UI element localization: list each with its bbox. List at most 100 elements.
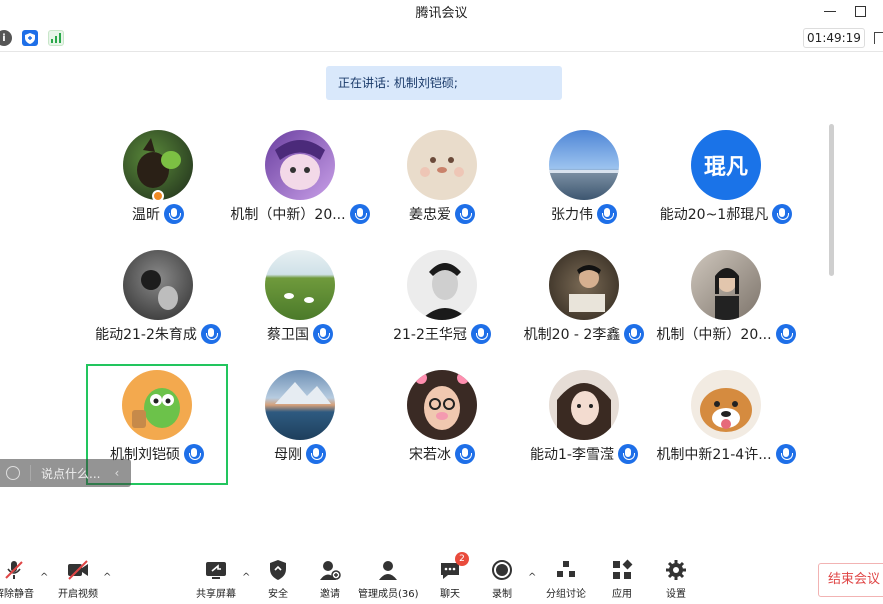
- participant-tile[interactable]: 宋若冰: [372, 360, 512, 476]
- invite-button[interactable]: 邀请: [318, 558, 342, 600]
- participant-name: 机制（中新）20...: [656, 327, 772, 343]
- participant-scrollbar[interactable]: [829, 124, 834, 276]
- members-icon: [376, 558, 400, 582]
- share-screen-label: 共享屏幕: [196, 589, 236, 600]
- participant-name-row: 机制中新21-4许...: [656, 444, 796, 464]
- microphone-icon: [624, 324, 645, 344]
- settings-button[interactable]: 设置: [664, 558, 688, 600]
- record-button[interactable]: 录制: [490, 558, 514, 600]
- emoji-icon[interactable]: [6, 466, 20, 480]
- participant-tile[interactable]: 温昕: [88, 120, 228, 236]
- avatar: [407, 130, 477, 200]
- info-icon[interactable]: i: [0, 30, 12, 46]
- avatar: [122, 370, 192, 440]
- participant-tile[interactable]: 机制（中新）20...: [230, 120, 370, 236]
- breakout-rooms-icon: [554, 558, 578, 582]
- share-options-caret-icon[interactable]: ^: [242, 572, 250, 583]
- participant-name-row: 机制20 - 2李鑫: [514, 324, 654, 344]
- settings-label: 设置: [666, 589, 686, 600]
- avatar: [123, 250, 193, 320]
- participant-name-row: 姜忠爱: [372, 204, 512, 224]
- chat-button[interactable]: 2 聊天: [438, 552, 469, 600]
- avatar: [265, 130, 335, 200]
- chat-bubble-icon: 2: [438, 552, 469, 582]
- participant-tile[interactable]: 琨凡 能动20~1郝琨凡: [656, 120, 796, 236]
- video-off-icon: [66, 558, 90, 582]
- participant-name-row: 21-2王华冠: [372, 324, 512, 344]
- quick-chat-bar[interactable]: 说点什么... ‹: [0, 459, 131, 487]
- speaking-banner: 正在讲话: 机制刘铠硕;: [326, 66, 562, 100]
- fullscreen-icon[interactable]: [874, 32, 883, 44]
- participant-tile[interactable]: 机制（中新）20...: [656, 240, 796, 356]
- microphone-icon: [775, 324, 796, 344]
- microphone-icon: [455, 444, 475, 464]
- participant-name: 21-2王华冠: [393, 327, 467, 343]
- record-label: 录制: [492, 589, 512, 600]
- participant-name: 张力伟: [551, 207, 593, 223]
- avatar: 琨凡: [691, 130, 761, 200]
- participant-tile[interactable]: 能动1-李雪滢: [514, 360, 654, 476]
- unmute-label: 解除静音: [0, 589, 34, 600]
- security-label: 安全: [268, 589, 288, 600]
- participant-tile[interactable]: 姜忠爱: [372, 120, 512, 236]
- participant-name-row: 机制（中新）20...: [230, 204, 370, 224]
- apps-button[interactable]: 应用: [610, 558, 634, 600]
- participant-name: 机制中新21-4许...: [656, 447, 772, 463]
- participant-name-row: 宋若冰: [372, 444, 512, 464]
- chevron-left-icon[interactable]: ‹: [114, 466, 119, 480]
- chat-label: 聊天: [440, 589, 460, 600]
- participant-tile[interactable]: 21-2王华冠: [372, 240, 512, 356]
- avatar: [265, 370, 335, 440]
- microphone-icon: [775, 444, 796, 464]
- audio-options-caret-icon[interactable]: ^: [40, 572, 48, 583]
- participant-name: 机制（中新）20...: [230, 207, 346, 223]
- share-screen-icon: [204, 558, 228, 582]
- start-video-label: 开启视频: [58, 589, 98, 600]
- security-button[interactable]: 安全: [266, 558, 290, 600]
- participant-name-row: 能动21-2朱育成: [88, 324, 228, 344]
- participant-name: 宋若冰: [409, 447, 451, 463]
- record-options-caret-icon[interactable]: ^: [528, 572, 536, 583]
- signal-icon[interactable]: [48, 30, 64, 46]
- manage-members-label: 管理成员(36): [358, 589, 419, 600]
- shield-icon[interactable]: [22, 30, 38, 46]
- avatar: [691, 370, 761, 440]
- participant-name-row: 温昕: [88, 204, 228, 224]
- participant-tile[interactable]: 能动21-2朱育成: [88, 240, 228, 356]
- microphone-icon: [349, 204, 370, 224]
- microphone-icon: [313, 324, 333, 344]
- title-bar: 腾讯会议: [0, 0, 883, 22]
- microphone-icon: [200, 324, 221, 344]
- unmute-button[interactable]: 解除静音: [0, 558, 34, 600]
- participant-name-row: 母刚: [230, 444, 370, 464]
- microphone-icon: [455, 204, 475, 224]
- participant-tile[interactable]: 蔡卫国: [230, 240, 370, 356]
- meeting-info-bar: i 01:49:19: [0, 24, 883, 52]
- breakout-rooms-label: 分组讨论: [546, 589, 586, 600]
- unread-badge: 2: [455, 552, 469, 566]
- microphone-icon: [470, 324, 491, 344]
- start-video-button[interactable]: 开启视频: [58, 558, 98, 600]
- participant-name: 能动21-2朱育成: [95, 327, 197, 343]
- security-shield-icon: [266, 558, 290, 582]
- minimize-button[interactable]: [820, 2, 840, 20]
- invite-label: 邀请: [320, 589, 340, 600]
- participant-name-row: 蔡卫国: [230, 324, 370, 344]
- share-screen-button[interactable]: 共享屏幕: [196, 558, 236, 600]
- participant-tile[interactable]: 机制20 - 2李鑫: [514, 240, 654, 356]
- participant-name: 能动20~1郝琨凡: [659, 207, 769, 223]
- divider: [30, 465, 31, 481]
- meeting-toolbar: 解除静音 ^ 开启视频 ^ 共享屏幕 ^ 安全 邀请 管理成员(36): [0, 552, 883, 604]
- participant-tile[interactable]: 张力伟: [514, 120, 654, 236]
- end-meeting-button[interactable]: 结束会议: [818, 563, 883, 597]
- avatar: [549, 130, 619, 200]
- chat-input-placeholder[interactable]: 说点什么...: [41, 465, 100, 482]
- manage-members-button[interactable]: 管理成员(36): [358, 558, 419, 600]
- participant-tile[interactable]: 母刚: [230, 360, 370, 476]
- invite-user-icon: [318, 558, 342, 582]
- participant-tile[interactable]: 机制中新21-4许...: [656, 360, 796, 476]
- host-badge: [152, 190, 164, 202]
- video-options-caret-icon[interactable]: ^: [103, 572, 111, 583]
- maximize-button[interactable]: [850, 2, 870, 20]
- breakout-rooms-button[interactable]: 分组讨论: [546, 558, 586, 600]
